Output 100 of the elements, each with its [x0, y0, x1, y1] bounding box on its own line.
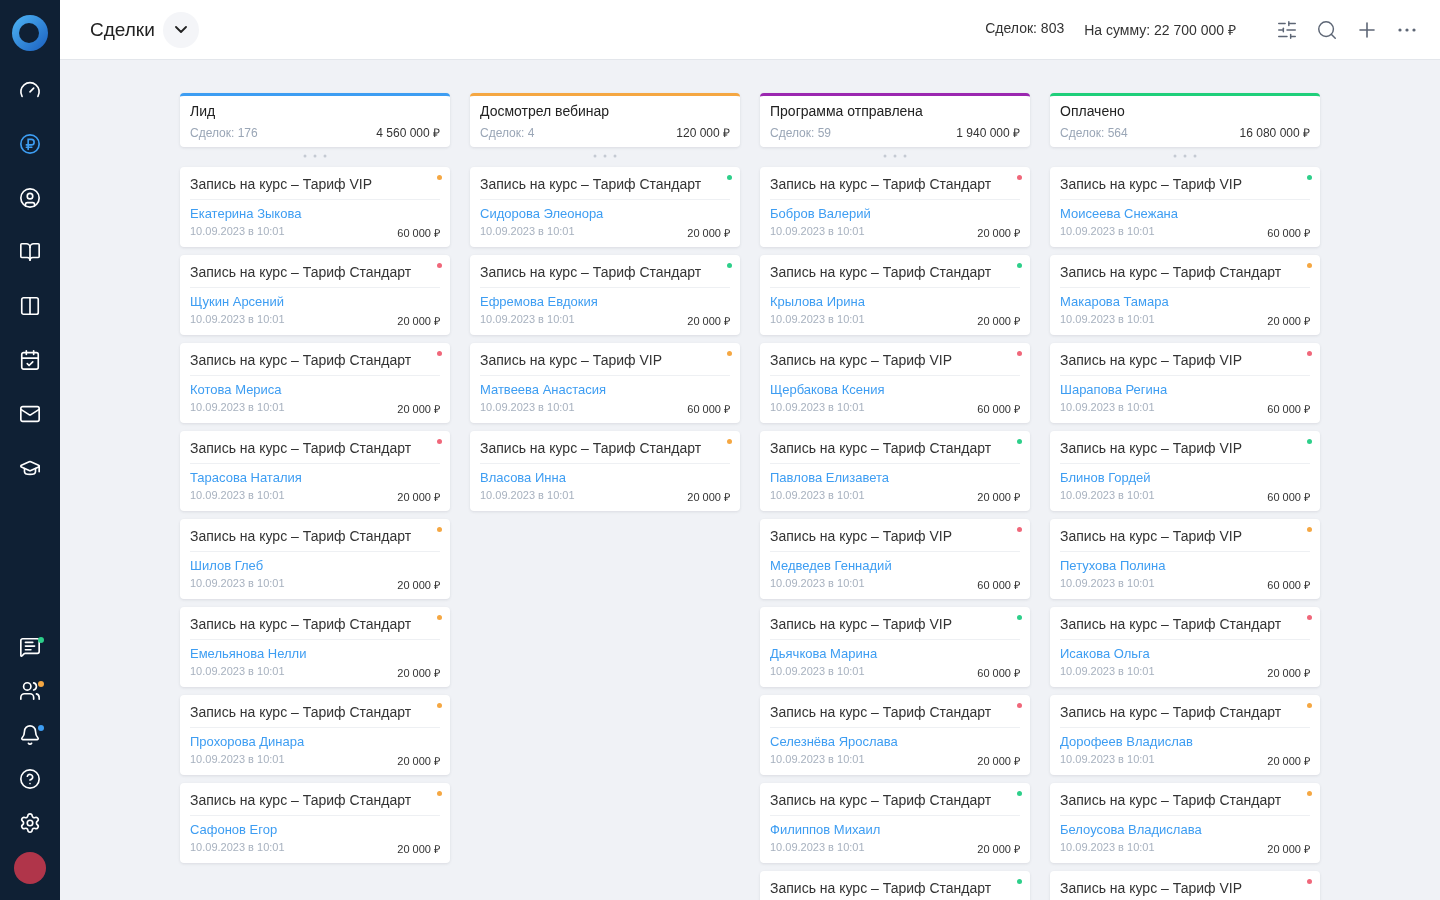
people-icon [19, 680, 41, 702]
stage-title: Оплачено [1060, 103, 1126, 119]
deal-amount: 20 000 ₽ [397, 754, 440, 768]
deal-card[interactable]: Запись на курс – Тариф Стандарт Емельянова Нелли 10.09.2023 в 10:01 20 000 ₽ [180, 607, 450, 687]
deal-amount: 60 000 ₽ [977, 402, 1020, 416]
sliders-icon [1276, 18, 1298, 41]
deal-title: Запись на курс – Тариф Стандарт [190, 695, 440, 728]
deal-date: 10.09.2023 в 10:01 [1060, 225, 1155, 239]
deal-amount: 20 000 ₽ [397, 314, 440, 328]
book-icon [19, 241, 41, 263]
deal-card[interactable]: Запись на курс – Тариф Стандарт Власова Инна 10.09.2023 в 10:01 20 000 ₽ [470, 431, 740, 511]
deal-amount: 20 000 ₽ [977, 226, 1020, 240]
deal-card[interactable]: Запись на курс – Тариф Стандарт Шилов Глеб 10.09.2023 в 10:01 20 000 ₽ [180, 519, 450, 599]
deal-date: 10.09.2023 в 10:01 [190, 401, 285, 415]
deal-amount: 60 000 ₽ [977, 578, 1020, 592]
deal-amount: 20 000 ₽ [1267, 314, 1310, 328]
deal-card[interactable]: Запись на курс – Тариф Стандарт Тарасова Наталия 10.09.2023 в 10:01 20 000 ₽ [180, 431, 450, 511]
deal-date: 10.09.2023 в 10:01 [770, 665, 865, 679]
deal-card[interactable]: Запись на курс – Тариф Стандарт Сафонов Егор 10.09.2023 в 10:01 20 000 ₽ [180, 783, 450, 863]
deal-card[interactable]: Запись на курс – Тариф Стандарт Крылова Ирина 10.09.2023 в 10:01 20 000 ₽ [760, 255, 1030, 335]
deal-card[interactable]: Запись на курс – Тариф Стандарт Ефремова Евдокия 10.09.2023 в 10:01 20 000 ₽ [470, 255, 740, 335]
deal-title: Запись на курс – Тариф VIP [770, 343, 1020, 376]
deal-card[interactable]: Запись на курс – Тариф VIP Щербакова Ксения 10.09.2023 в 10:01 60 000 ₽ [760, 343, 1030, 423]
deal-title: Запись на курс – Тариф VIP [1060, 519, 1310, 552]
deal-title: Запись на курс – Тариф Стандарт [480, 431, 730, 464]
deal-card[interactable]: Запись на курс – Тариф Стандарт Прохорова Динара 10.09.2023 в 10:01 20 000 ₽ [180, 695, 450, 775]
deal-card[interactable]: Запись на курс – Тариф VIP Петухова Полина 10.09.2023 в 10:01 60 000 ₽ [1050, 519, 1320, 599]
deal-card[interactable]: Запись на курс – Тариф Стандарт Филиппов Михаил 10.09.2023 в 10:01 20 000 ₽ [760, 783, 1030, 863]
deal-card[interactable]: Запись на курс – Тариф VIP Шарапова Регина 10.09.2023 в 10:01 60 000 ₽ [1050, 343, 1320, 423]
deal-amount: 20 000 ₽ [687, 226, 730, 240]
chevron-down-icon [174, 26, 187, 33]
deal-date: 10.09.2023 в 10:01 [770, 225, 865, 239]
deal-date: 10.09.2023 в 10:01 [770, 841, 865, 855]
deal-date: 10.09.2023 в 10:01 [770, 489, 865, 503]
deal-date: 10.09.2023 в 10:01 [770, 313, 865, 327]
deal-title: Запись на курс – Тариф Стандарт [770, 167, 1020, 200]
deal-card[interactable]: Запись на курс – Тариф Стандарт Щукин Арсений 10.09.2023 в 10:01 20 000 ₽ [180, 255, 450, 335]
deal-card[interactable]: Запись на курс – Тариф VIP Медведев Геннадий 10.09.2023 в 10:01 60 000 ₽ [760, 519, 1030, 599]
calendar-icon [19, 349, 41, 371]
deal-date: 10.09.2023 в 10:01 [1060, 489, 1155, 503]
deal-amount: 20 000 ₽ [977, 842, 1020, 856]
logo-icon[interactable] [11, 14, 49, 52]
stage-title: Лид [190, 103, 217, 119]
deal-amount: 20 000 ₽ [1267, 754, 1310, 768]
deal-card[interactable]: Запись на курс – Тариф Стандарт Бобров Валерий 10.09.2023 в 10:01 20 000 ₽ [760, 167, 1030, 247]
deal-title: Запись на курс – Тариф Стандарт [190, 519, 440, 552]
deal-amount: 20 000 ₽ [397, 666, 440, 680]
deal-card[interactable]: Запись на курс – Тариф Стандарт Котова Мериса 10.09.2023 в 10:01 20 000 ₽ [180, 343, 450, 423]
deal-date: 10.09.2023 в 10:01 [190, 841, 285, 855]
deal-date: 10.09.2023 в 10:01 [190, 577, 285, 591]
deal-amount: 60 000 ₽ [1267, 578, 1310, 592]
dropdown-button[interactable] [162, 11, 199, 48]
deal-card[interactable]: Запись на курс – Тариф Стандарт Макарова Тамара 10.09.2023 в 10:01 20 000 ₽ [1050, 255, 1320, 335]
deal-card[interactable]: Запись на курс – Тариф Стандарт Павлова Елизавета 10.09.2023 в 10:01 20 000 ₽ [760, 431, 1030, 511]
deal-date: 10.09.2023 в 10:01 [770, 401, 865, 415]
deal-title: Запись на курс – Тариф Стандарт [190, 783, 440, 816]
deal-title: Запись на курс – Тариф Стандарт [190, 607, 440, 640]
stage-count: Сделок: 176 [190, 125, 258, 140]
stage-total: 120 000 ₽ [676, 125, 730, 141]
stage-count: Сделок: 564 [1060, 125, 1128, 140]
summary-stat: Сделок: 803 [985, 20, 1065, 38]
deal-amount: 60 000 ₽ [1267, 226, 1310, 240]
deal-date: 10.09.2023 в 10:01 [190, 313, 285, 327]
deal-card[interactable]: Запись на курс – Тариф VIP Дьячкова Марина 10.09.2023 в 10:01 60 000 ₽ [760, 607, 1030, 687]
stage-count: Сделок: 59 [770, 125, 832, 140]
deal-title: Запись на курс – Тариф Стандарт [770, 695, 1020, 728]
deal-date: 10.09.2023 в 10:01 [1060, 841, 1155, 855]
deal-card[interactable]: Запись на курс – Тариф VIP Моисеева Снежана 10.09.2023 в 10:01 60 000 ₽ [1050, 167, 1320, 247]
user-circle-icon [19, 187, 41, 209]
deal-title: Запись на курс – Тариф Стандарт [1060, 255, 1310, 288]
deal-card[interactable]: Запись на курс – Тариф VIP Блинов Гордей 10.09.2023 в 10:01 60 000 ₽ [1050, 431, 1320, 511]
stage-total: 1 940 000 ₽ [956, 125, 1020, 141]
deal-title: Запись на курс – Тариф VIP [770, 519, 1020, 552]
deal-amount: 20 000 ₽ [397, 578, 440, 592]
deal-date: 10.09.2023 в 10:01 [480, 225, 575, 239]
columns-icon [19, 295, 41, 317]
page-title: Сделки [90, 18, 155, 41]
deal-card[interactable]: Запись на курс – Тариф VIP Екатерина Зыкова 10.09.2023 в 10:01 60 000 ₽ [180, 167, 450, 247]
deal-amount: 60 000 ₽ [687, 402, 730, 416]
avatar[interactable] [14, 852, 46, 884]
deal-card[interactable]: Запись на курс – Тариф Стандарт Белоусова Владислава 10.09.2023 в 10:01 20 000 ₽ [1050, 783, 1320, 863]
deal-card[interactable]: Запись на курс – Тариф Стандарт Дорофеев Владислав 10.09.2023 в 10:01 20 000 ₽ [1050, 695, 1320, 775]
deal-amount: 60 000 ₽ [1267, 490, 1310, 504]
deal-card[interactable]: Запись на курс – Тариф Стандарт Селезнёва Ярослава 10.09.2023 в 10:01 20 000 ₽ [760, 695, 1030, 775]
deal-title: Запись на курс – Тариф Стандарт [1060, 783, 1310, 816]
deal-title: Запись на курс – Тариф Стандарт [1060, 607, 1310, 640]
deal-date: 10.09.2023 в 10:01 [1060, 401, 1155, 415]
deal-card[interactable]: Запись на курс – Тариф VIP Матвеева Анастасия 10.09.2023 в 10:01 60 000 ₽ [470, 343, 740, 423]
deal-title: Запись на курс – Тариф Стандарт [770, 255, 1020, 288]
deal-card[interactable]: Запись на курс – Тариф Стандарт Исакова Ольга 10.09.2023 в 10:01 20 000 ₽ [1050, 607, 1320, 687]
chat-icon [19, 636, 41, 658]
deal-date: 10.09.2023 в 10:01 [480, 401, 575, 415]
stage-total: 16 080 000 ₽ [1239, 125, 1310, 141]
stage-total: 4 560 000 ₽ [376, 125, 440, 141]
deal-amount: 20 000 ₽ [687, 314, 730, 328]
stage-count: Сделок: 4 [480, 125, 535, 140]
deal-amount: 60 000 ₽ [1267, 402, 1310, 416]
deal-date: 10.09.2023 в 10:01 [190, 489, 285, 503]
deal-card[interactable]: Запись на курс – Тариф Стандарт Сидорова Элеонора 10.09.2023 в 10:01 20 000 ₽ [470, 167, 740, 247]
deal-title: Запись на курс – Тариф Стандарт [190, 343, 440, 376]
